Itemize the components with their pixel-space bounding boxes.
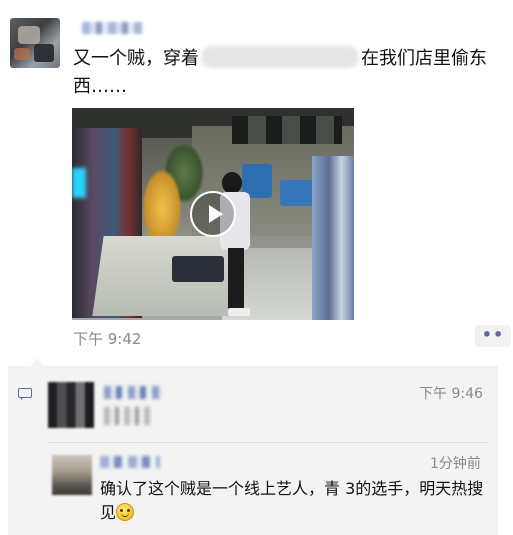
comment-author-redacted[interactable]: [104, 386, 162, 399]
comment-icon: [18, 388, 32, 400]
panel-caret: [30, 358, 44, 366]
play-icon[interactable]: [190, 191, 236, 237]
comment-author-redacted[interactable]: [100, 456, 160, 468]
video-thumbnail[interactable]: [72, 108, 354, 320]
smile-emoji-icon: [116, 503, 135, 521]
poster-name-redacted[interactable]: [82, 22, 142, 34]
comment-text: 确认了这个贼是一个线上艺人，青 3的选手，明天热搜见: [100, 477, 490, 525]
more-options-button[interactable]: ••: [475, 325, 511, 347]
post-timestamp: 下午 9:42: [73, 330, 142, 348]
poster-avatar[interactable]: [10, 18, 60, 68]
comment-avatar[interactable]: [48, 382, 94, 428]
redacted-text: [201, 46, 359, 68]
post-text: 又一个贼，穿着 在我们店里偷东西……: [73, 45, 503, 101]
comment-avatar[interactable]: [52, 455, 92, 495]
comment-timestamp: 1分钟前: [430, 456, 481, 472]
comment-divider: [48, 442, 488, 443]
post-text-before: 又一个贼，穿着: [73, 48, 199, 69]
comment-body: 确认了这个贼是一个线上艺人，青 3的选手，明天热搜见: [100, 479, 484, 522]
comment-timestamp: 下午 9:46: [419, 386, 483, 402]
comment-text-redacted: [104, 407, 150, 425]
